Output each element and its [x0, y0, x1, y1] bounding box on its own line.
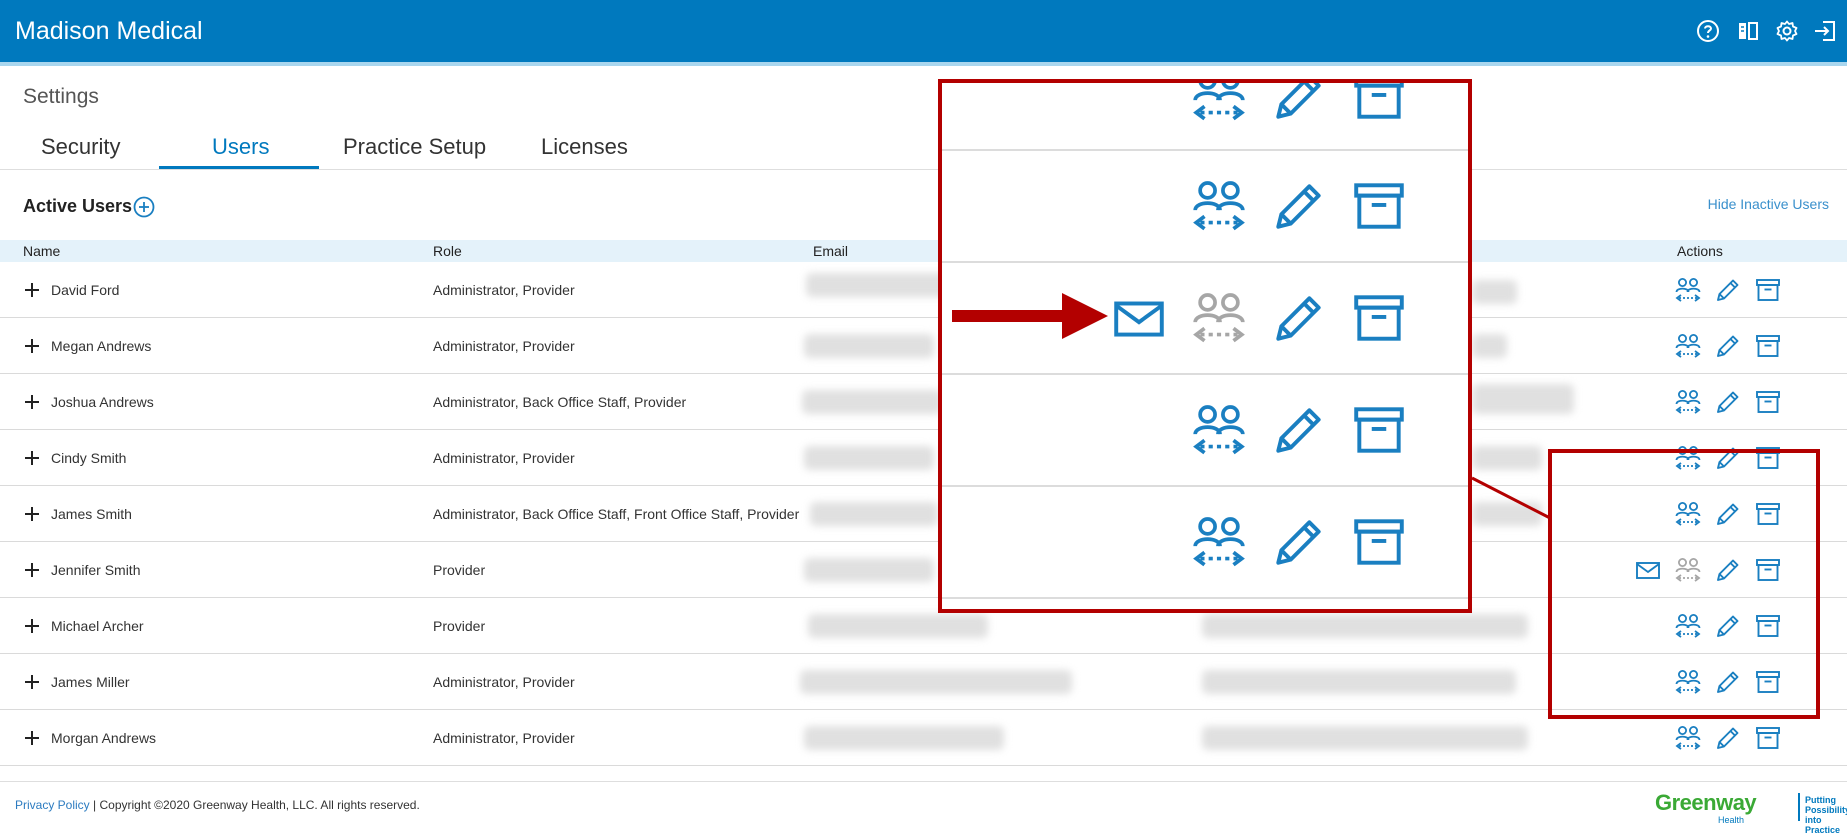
actions-highlight-box — [1548, 449, 1820, 719]
red-arrow-icon — [952, 293, 1108, 339]
zoom-callout — [938, 79, 1472, 613]
